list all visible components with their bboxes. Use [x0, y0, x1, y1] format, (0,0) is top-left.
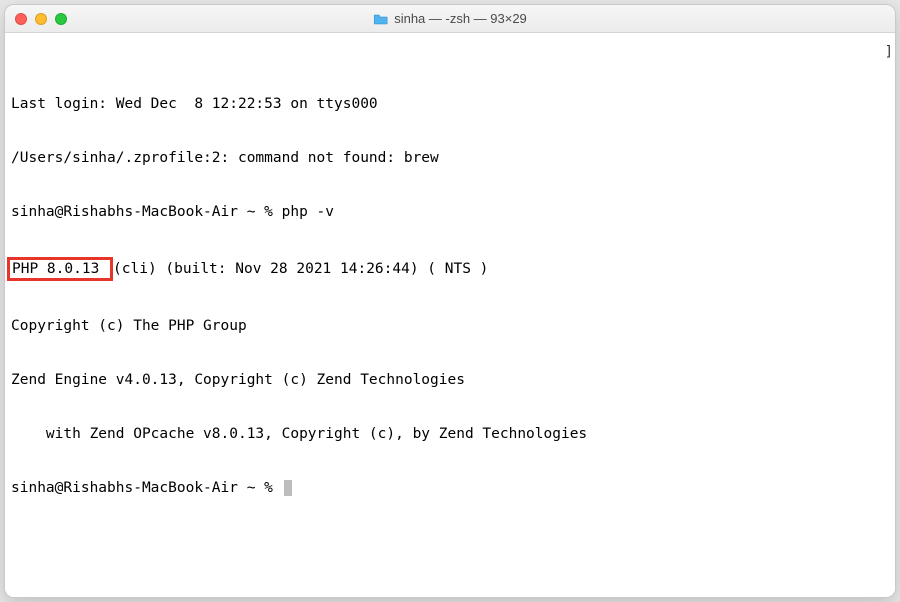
minimize-button[interactable] [35, 13, 47, 25]
php-version-highlight: PHP 8.0.13 [7, 257, 113, 281]
prompt: sinha@Rishabhs-MacBook-Air ~ % [11, 480, 282, 496]
output-line: Copyright (c) The PHP Group [11, 317, 889, 335]
close-button[interactable] [15, 13, 27, 25]
terminal-window: sinha — -zsh — 93×29 ] Last login: Wed D… [4, 4, 896, 598]
scroll-indicator: ] [885, 43, 893, 61]
titlebar[interactable]: sinha — -zsh — 93×29 [5, 5, 895, 33]
terminal-body[interactable]: ] Last login: Wed Dec 8 12:22:53 on ttys… [5, 33, 895, 597]
cursor [284, 480, 292, 496]
output-line: PHP 8.0.13 (cli) (built: Nov 28 2021 14:… [11, 257, 889, 281]
window-title-group: sinha — -zsh — 93×29 [373, 11, 527, 26]
output-line: /Users/sinha/.zprofile:2: command not fo… [11, 149, 889, 167]
output-line: with Zend OPcache v8.0.13, Copyright (c)… [11, 425, 889, 443]
window-title: sinha — -zsh — 93×29 [394, 11, 527, 26]
zoom-button[interactable] [55, 13, 67, 25]
prompt-line: sinha@Rishabhs-MacBook-Air ~ % [11, 479, 889, 497]
output-line: Last login: Wed Dec 8 12:22:53 on ttys00… [11, 95, 889, 113]
output-text: (cli) (built: Nov 28 2021 14:26:44) ( NT… [113, 261, 488, 277]
window-controls [15, 13, 67, 25]
prompt-line: sinha@Rishabhs-MacBook-Air ~ % php -v [11, 203, 889, 221]
output-line: Zend Engine v4.0.13, Copyright (c) Zend … [11, 371, 889, 389]
command-text: php -v [282, 204, 334, 220]
folder-icon [373, 13, 388, 25]
prompt: sinha@Rishabhs-MacBook-Air ~ % [11, 204, 282, 220]
